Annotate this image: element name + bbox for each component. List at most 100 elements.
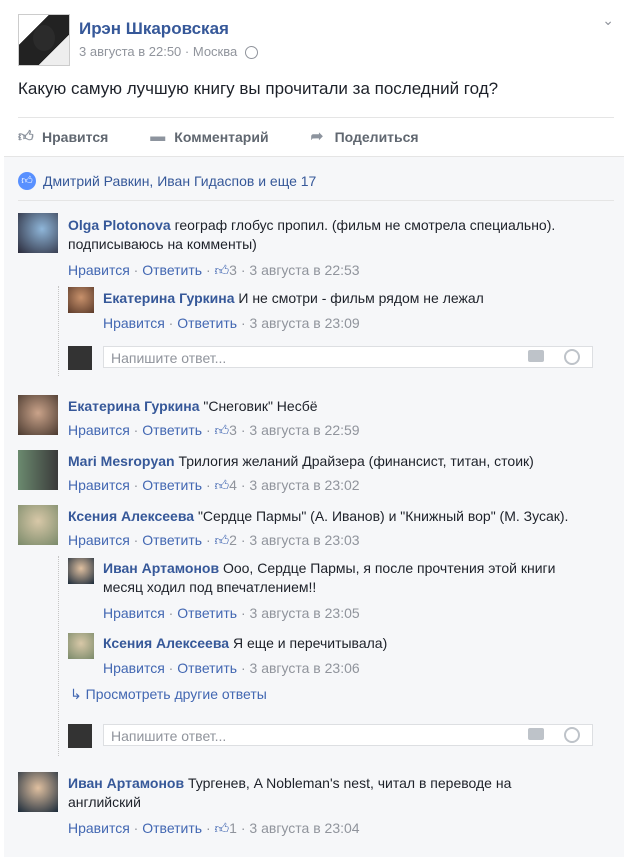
comment-reply-link[interactable]: Ответить <box>142 532 202 548</box>
reply-like-link[interactable]: Нравится <box>103 315 165 331</box>
comment-author[interactable]: Mari Mesropyan <box>68 453 175 469</box>
comment-date[interactable]: 3 августа в 22:59 <box>249 422 359 438</box>
share-button[interactable]: ➦ Поделиться <box>311 129 419 145</box>
comment-body: Трилогия желаний Драйзера (финансист, ти… <box>178 453 534 469</box>
reply-placeholder: Напишите ответ... <box>111 350 227 366</box>
comment-date[interactable]: 3 августа в 23:04 <box>249 820 359 836</box>
comment-icon: ▬ <box>150 128 166 145</box>
comment-meta: Нравится · Ответить · 👍︎3 · 3 августа в … <box>68 262 360 278</box>
chevron-down-icon[interactable]: ⌄ <box>602 12 614 29</box>
comment-meta: Нравится · Ответить · 👍︎2 · 3 августа в … <box>68 532 360 548</box>
reply-input[interactable]: Напишите ответ... <box>103 346 593 368</box>
comment-text: Екатерина Гуркина "Снеговик" Несбё <box>68 397 608 416</box>
comment-like-link[interactable]: Нравится <box>68 422 130 438</box>
divider <box>18 200 614 201</box>
author-name[interactable]: Ирэн Шкаровская <box>79 19 229 39</box>
reply-reply-link[interactable]: Ответить <box>177 660 237 676</box>
comment-reply-link[interactable]: Ответить <box>142 477 202 493</box>
comment-date[interactable]: 3 августа в 22:53 <box>249 262 359 278</box>
like-button[interactable]: 👍︎ Нравится <box>18 129 108 145</box>
reply-text: Иван Артамонов Ооо, Сердце Пармы, я посл… <box>103 559 593 597</box>
avatar[interactable] <box>18 213 58 253</box>
emoji-icon[interactable] <box>564 727 580 743</box>
reply-date[interactable]: 3 августа в 23:09 <box>250 315 360 331</box>
likes-summary[interactable]: 👍︎ Дмитрий Равкин, Иван Гидаспов и еще 1… <box>18 172 316 190</box>
reply-meta: Нравится · Ответить · 3 августа в 23:09 <box>103 315 360 331</box>
like-label: Нравится <box>42 129 109 145</box>
comment-like-link[interactable]: Нравится <box>68 532 130 548</box>
avatar[interactable] <box>18 395 58 435</box>
comment-text: Ксения Алексеева "Сердце Пармы" (А. Иван… <box>68 507 608 526</box>
avatar[interactable] <box>68 287 94 313</box>
thumbs-up-icon: 👍︎ <box>214 422 230 438</box>
reply-placeholder: Напишите ответ... <box>111 728 227 744</box>
comment-author[interactable]: Ксения Алексеева <box>68 508 194 524</box>
comment-meta: Нравится · Ответить · 👍︎3 · 3 августа в … <box>68 422 360 438</box>
reply-thread-line <box>58 556 59 756</box>
reply-date[interactable]: 3 августа в 23:05 <box>250 605 360 621</box>
comment-meta: Нравится · Ответить · 👍︎1 · 3 августа в … <box>68 820 360 836</box>
comment-date[interactable]: 3 августа в 23:02 <box>249 477 359 493</box>
globe-icon <box>244 46 258 60</box>
post-location[interactable]: Москва <box>193 44 237 59</box>
comment-author[interactable]: Екатерина Гуркина <box>68 398 199 414</box>
emoji-icon[interactable] <box>564 349 580 365</box>
thumbs-up-icon: 👍︎ <box>214 262 230 278</box>
share-icon: ➦ <box>310 128 324 145</box>
reply-reply-link[interactable]: Ответить <box>177 315 237 331</box>
reply-like-link[interactable]: Нравится <box>103 660 165 676</box>
author-avatar[interactable] <box>18 14 70 66</box>
post-meta: 3 августа в 22:50 · Москва <box>79 44 258 60</box>
comment-author[interactable]: Иван Артамонов <box>68 775 184 791</box>
share-label: Поделиться <box>334 129 419 145</box>
avatar[interactable] <box>18 772 58 812</box>
reply-meta: Нравится · Ответить · 3 августа в 23:05 <box>103 605 360 621</box>
like-count[interactable]: 3 <box>229 262 237 278</box>
comment-text: Olga Plotonova географ глобус пропил. (ф… <box>68 216 608 254</box>
thumbs-up-icon: 👍︎ <box>214 820 230 836</box>
reply-body: Я еще и перечитывала) <box>232 635 388 651</box>
reply-body: И не смотри - фильм рядом не лежал <box>238 290 484 306</box>
comment-like-link[interactable]: Нравится <box>68 820 130 836</box>
camera-icon[interactable] <box>528 728 544 740</box>
like-count[interactable]: 1 <box>229 820 237 836</box>
camera-icon[interactable] <box>528 350 544 362</box>
view-more-label: Просмотреть другие ответы <box>85 686 267 702</box>
comment-date[interactable]: 3 августа в 23:03 <box>249 532 359 548</box>
comment-reply-link[interactable]: Ответить <box>142 820 202 836</box>
reply-meta: Нравится · Ответить · 3 августа в 23:06 <box>103 660 360 676</box>
comment-text: Иван Артамонов Тургенев, A Nobleman's ne… <box>68 774 568 812</box>
comment-meta: Нравится · Ответить · 👍︎4 · 3 августа в … <box>68 477 360 493</box>
reply-date[interactable]: 3 августа в 23:06 <box>250 660 360 676</box>
like-count[interactable]: 2 <box>229 532 237 548</box>
like-count[interactable]: 4 <box>229 477 237 493</box>
comment-button[interactable]: ▬ Комментарий <box>150 129 268 145</box>
avatar[interactable] <box>68 558 94 584</box>
reply-arrow-icon: ↳ <box>70 686 82 702</box>
thumbs-up-icon: 👍︎ <box>214 532 230 548</box>
comment-reply-link[interactable]: Ответить <box>142 422 202 438</box>
post-actions: 👍︎ Нравится ▬ Комментарий ➦ Поделиться <box>18 117 614 156</box>
reply-author[interactable]: Иван Артамонов <box>103 560 219 576</box>
comment-like-link[interactable]: Нравится <box>68 262 130 278</box>
comment-body: "Снеговик" Несбё <box>203 398 318 414</box>
comment-like-link[interactable]: Нравится <box>68 477 130 493</box>
avatar[interactable] <box>18 450 58 490</box>
reply-thread-line <box>58 286 59 376</box>
likes-summary-text: Дмитрий Равкин, Иван Гидаспов и еще 17 <box>43 173 317 189</box>
reply-like-link[interactable]: Нравится <box>103 605 165 621</box>
like-count[interactable]: 3 <box>229 422 237 438</box>
avatar[interactable] <box>18 505 58 545</box>
reply-author[interactable]: Ксения Алексеева <box>103 635 229 651</box>
view-more-replies-link[interactable]: ↳ Просмотреть другие ответы <box>70 686 267 703</box>
reply-input[interactable]: Напишите ответ... <box>103 724 593 746</box>
post-date[interactable]: 3 августа в 22:50 <box>79 44 181 59</box>
reply-reply-link[interactable]: Ответить <box>177 605 237 621</box>
avatar[interactable] <box>68 633 94 659</box>
thumbs-up-icon: 👍︎ <box>18 128 34 145</box>
reply-author[interactable]: Екатерина Гуркина <box>103 290 234 306</box>
comment-author[interactable]: Olga Plotonova <box>68 217 171 233</box>
comment-reply-link[interactable]: Ответить <box>142 262 202 278</box>
thumbs-up-icon: 👍︎ <box>214 477 230 493</box>
comment-text: Mari Mesropyan Трилогия желаний Драйзера… <box>68 452 608 471</box>
